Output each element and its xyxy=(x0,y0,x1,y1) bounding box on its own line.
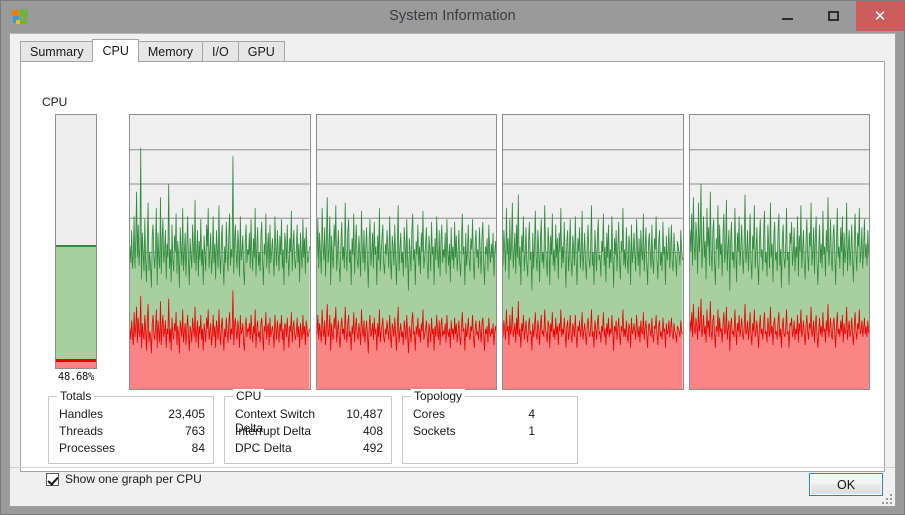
tab-io[interactable]: I/O xyxy=(202,41,239,61)
minimize-icon xyxy=(781,18,793,20)
totals-group: Totals Handles 23,405 Threads 763 Processe… xyxy=(48,389,214,464)
cpu-meter-total-fill xyxy=(56,244,96,368)
per-cpu-graph-container xyxy=(129,114,870,390)
interrupt-delta-label: Interrupt Delta xyxy=(235,424,312,438)
footer-separator xyxy=(10,467,895,468)
threads-label: Threads xyxy=(59,424,104,438)
interrupt-delta-value: 408 xyxy=(362,424,383,438)
client-area: Summary CPU Memory I/O GPU CPU 48.68% To… xyxy=(9,33,896,507)
cpu-stats-group: CPU Context Switch Delta 10,487 Interrupt… xyxy=(224,389,392,464)
cpu-graph-svg-1 xyxy=(316,149,496,389)
ok-button-label: OK xyxy=(836,477,856,492)
cpu-section-label: CPU xyxy=(42,95,68,109)
close-icon: ✕ xyxy=(873,6,887,25)
dpc-delta-value: 492 xyxy=(362,441,383,455)
tab-memory[interactable]: Memory xyxy=(137,41,204,61)
processes-label: Processes xyxy=(59,441,116,455)
cpu-stats-group-title: CPU xyxy=(233,389,265,403)
cpu-graph-svg-2 xyxy=(503,149,683,389)
processes-value: 84 xyxy=(191,441,205,455)
tab-strip: Summary CPU Memory I/O GPU xyxy=(20,39,285,62)
resize-grip[interactable] xyxy=(880,492,892,504)
tab-cpu[interactable]: CPU xyxy=(92,39,139,62)
minimize-button[interactable] xyxy=(764,1,810,31)
handles-label: Handles xyxy=(59,407,104,421)
cpu-graph-svg-3 xyxy=(689,149,869,389)
sockets-label: Sockets xyxy=(413,424,456,438)
context-switch-delta-label: Context Switch Delta xyxy=(235,407,316,435)
cpu-usage-value: 48.68% xyxy=(57,371,95,383)
cpu-usage-meter xyxy=(55,114,97,369)
cpu-graph-3[interactable] xyxy=(688,114,870,390)
show-one-graph-per-cpu-label: Show one graph per CPU xyxy=(65,472,202,486)
tab-label: Summary xyxy=(30,44,84,59)
cpu-graph-2[interactable] xyxy=(502,114,684,390)
threads-value: 763 xyxy=(184,424,205,438)
ok-button[interactable]: OK xyxy=(809,473,883,496)
maximize-button[interactable] xyxy=(810,1,856,31)
cpu-graph-0[interactable] xyxy=(129,114,311,390)
topology-group-title: Topology xyxy=(411,389,466,403)
tab-label: I/O xyxy=(212,44,229,59)
tab-gpu[interactable]: GPU xyxy=(237,41,285,61)
show-one-graph-per-cpu-checkbox[interactable]: Show one graph per CPU xyxy=(46,472,202,486)
tab-label: Memory xyxy=(147,44,194,59)
tab-label: GPU xyxy=(247,44,275,59)
topology-group: Topology Cores 4 Sockets 1 xyxy=(402,389,578,464)
tab-label: CPU xyxy=(102,44,129,58)
close-button[interactable]: ✕ xyxy=(856,1,904,31)
cores-value: 4 xyxy=(528,407,535,421)
system-information-window: System Information ✕ Summary CPU Memory … xyxy=(0,0,905,515)
cpu-meter-kernel-fill xyxy=(56,359,96,368)
tab-summary[interactable]: Summary xyxy=(20,41,94,61)
title-bar[interactable]: System Information ✕ xyxy=(1,1,904,33)
handles-value: 23,405 xyxy=(168,407,205,421)
dpc-delta-label: DPC Delta xyxy=(235,441,292,455)
cpu-graph-svg-0 xyxy=(130,147,310,389)
totals-group-title: Totals xyxy=(57,389,95,403)
maximize-icon xyxy=(827,11,839,21)
checkbox-checked-icon[interactable] xyxy=(46,472,59,486)
cpu-graph-1[interactable] xyxy=(315,114,497,390)
sockets-value: 1 xyxy=(528,424,535,438)
context-switch-delta-value: 10,487 xyxy=(346,407,383,421)
cores-label: Cores xyxy=(413,407,446,421)
